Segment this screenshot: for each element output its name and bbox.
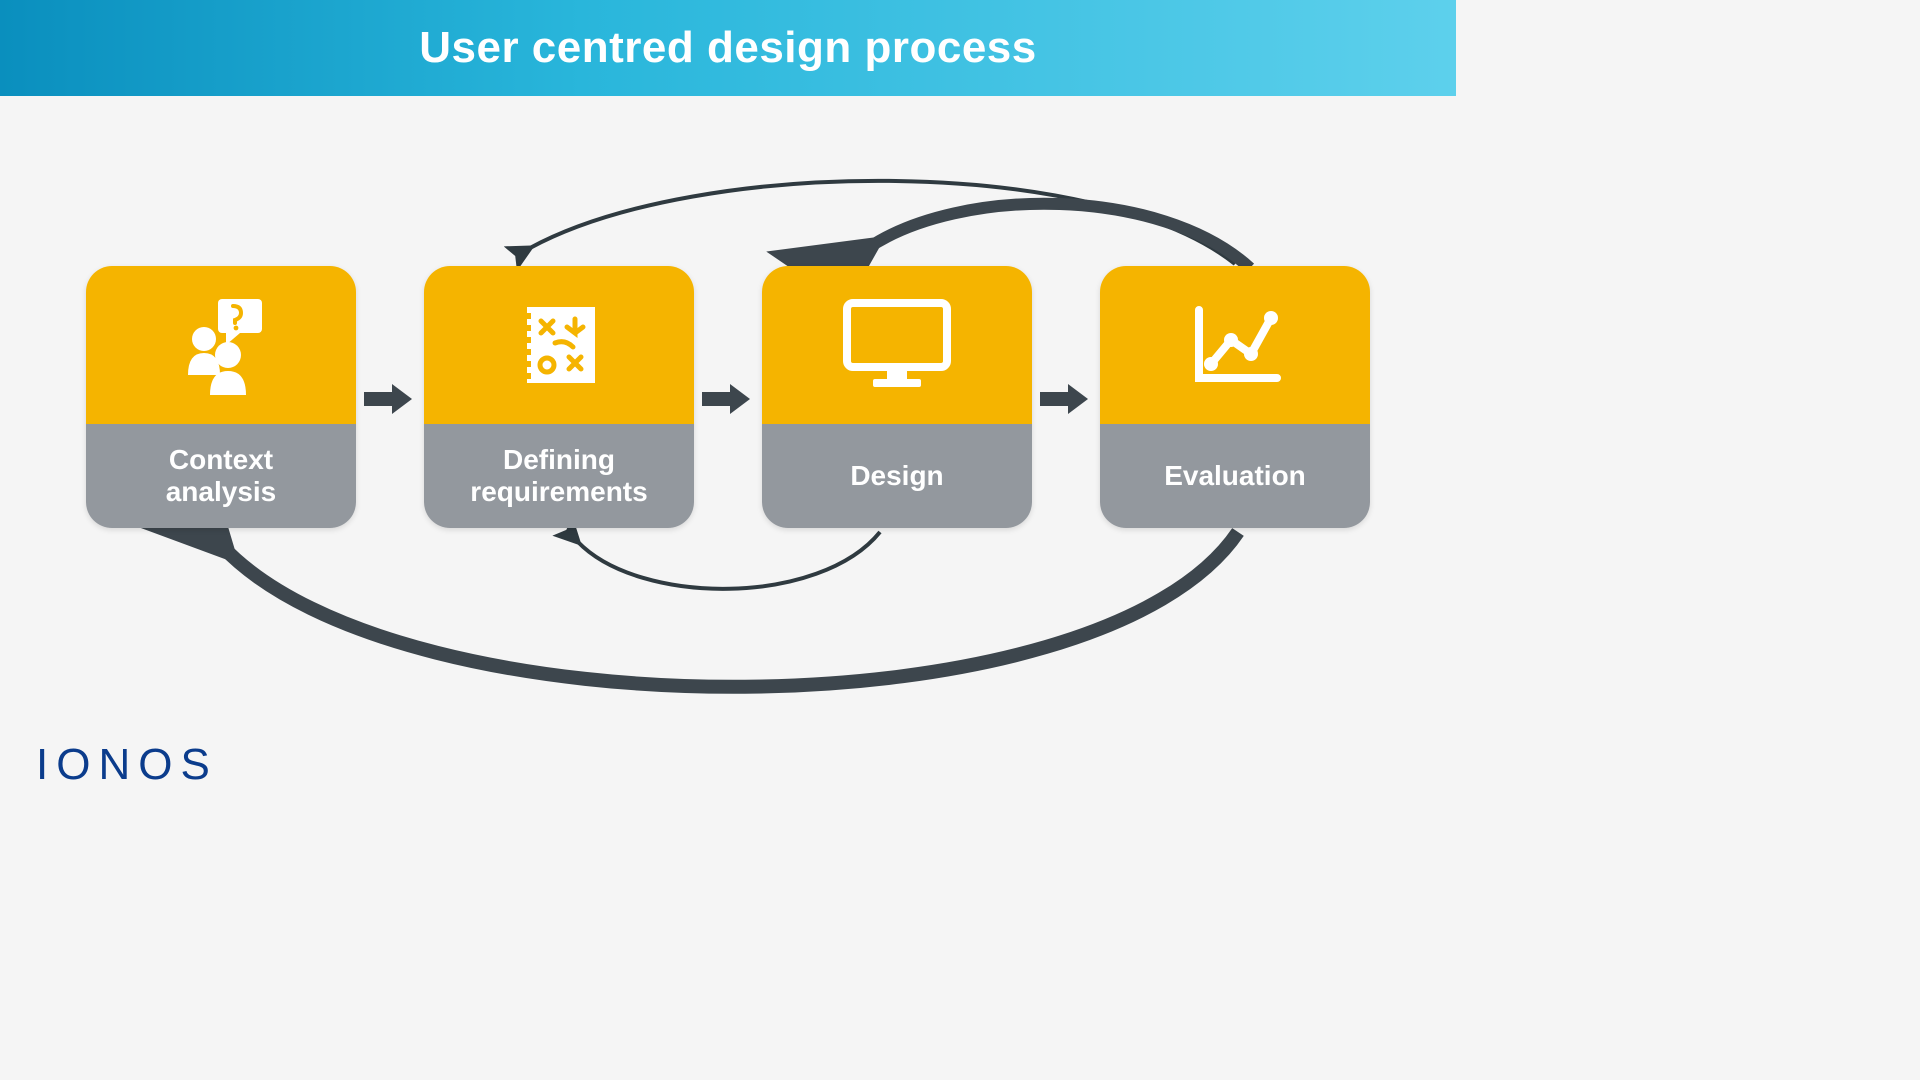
diagram-canvas: Contextanalysis <box>0 96 1456 816</box>
feedback-arrow-eval-to-design <box>868 204 1250 268</box>
brand-logo: IONOS <box>36 740 218 790</box>
step-context-analysis: Contextanalysis <box>86 266 356 528</box>
feedback-arrow-eval-to-context <box>222 532 1238 687</box>
step-icon-area <box>424 266 694 424</box>
step-icon-area <box>86 266 356 424</box>
step-design: Design <box>762 266 1032 528</box>
page-title: User centred design process <box>419 23 1037 73</box>
forward-arrow-3 <box>1038 382 1090 416</box>
page-header: User centred design process <box>0 0 1456 96</box>
step-label: Contextanalysis <box>86 424 356 528</box>
forward-arrow-2 <box>700 382 752 416</box>
chart-line-icon <box>1185 300 1285 390</box>
step-evaluation: Evaluation <box>1100 266 1370 528</box>
step-label: Definingrequirements <box>424 424 694 528</box>
step-defining-requirements: Definingrequirements <box>424 266 694 528</box>
step-label: Evaluation <box>1100 424 1370 528</box>
step-icon-area <box>762 266 1032 424</box>
feedback-arrow-design-to-req <box>578 532 880 589</box>
strategy-board-icon <box>513 299 605 391</box>
step-icon-area <box>1100 266 1370 424</box>
feedback-arrow-eval-to-req <box>530 181 1235 264</box>
step-label: Design <box>762 424 1032 528</box>
forward-arrow-1 <box>362 382 414 416</box>
question-users-icon <box>166 295 276 395</box>
monitor-icon <box>837 295 957 395</box>
